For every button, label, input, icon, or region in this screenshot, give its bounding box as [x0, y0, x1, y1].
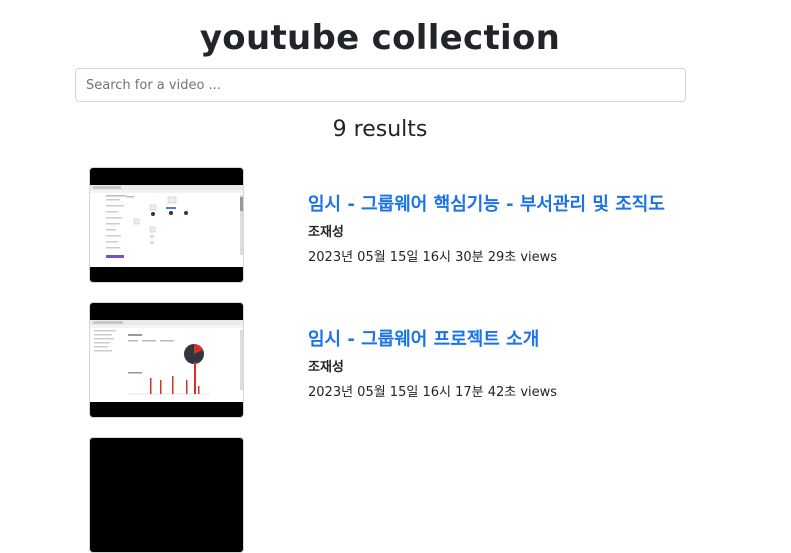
thumbnail-screen-image: [90, 320, 243, 402]
results-count: 9 results: [332, 117, 428, 142]
video-meta: 2023년 05월 15일 16시 17분 42초 views: [308, 385, 558, 400]
search-input[interactable]: [75, 68, 686, 102]
video-info: 임시 - 그룹웨어 프로젝트 소개 조재성 2023년 05월 15일 16시 …: [308, 325, 728, 400]
video-thumbnail[interactable]: [89, 302, 244, 418]
video-author: 조재성: [308, 360, 344, 375]
video-title-link[interactable]: 임시 - 그룹웨어 핵심기능 - 부서관리 및 조직도: [308, 190, 728, 216]
video-thumbnail[interactable]: [89, 437, 244, 553]
video-info: 임시 - 그룹웨어 핵심기능 - 부서관리 및 조직도 조재성 2023년 05…: [308, 190, 728, 265]
video-author: 조재성: [308, 225, 344, 240]
video-thumbnail[interactable]: [89, 167, 244, 283]
video-meta: 2023년 05월 15일 16시 30분 29초 views: [308, 250, 558, 265]
video-title-link[interactable]: 임시 - 그룹웨어 프로젝트 소개: [308, 325, 728, 351]
thumbnail-screen-image: [90, 185, 243, 267]
page-title: youtube collection: [199, 18, 561, 58]
